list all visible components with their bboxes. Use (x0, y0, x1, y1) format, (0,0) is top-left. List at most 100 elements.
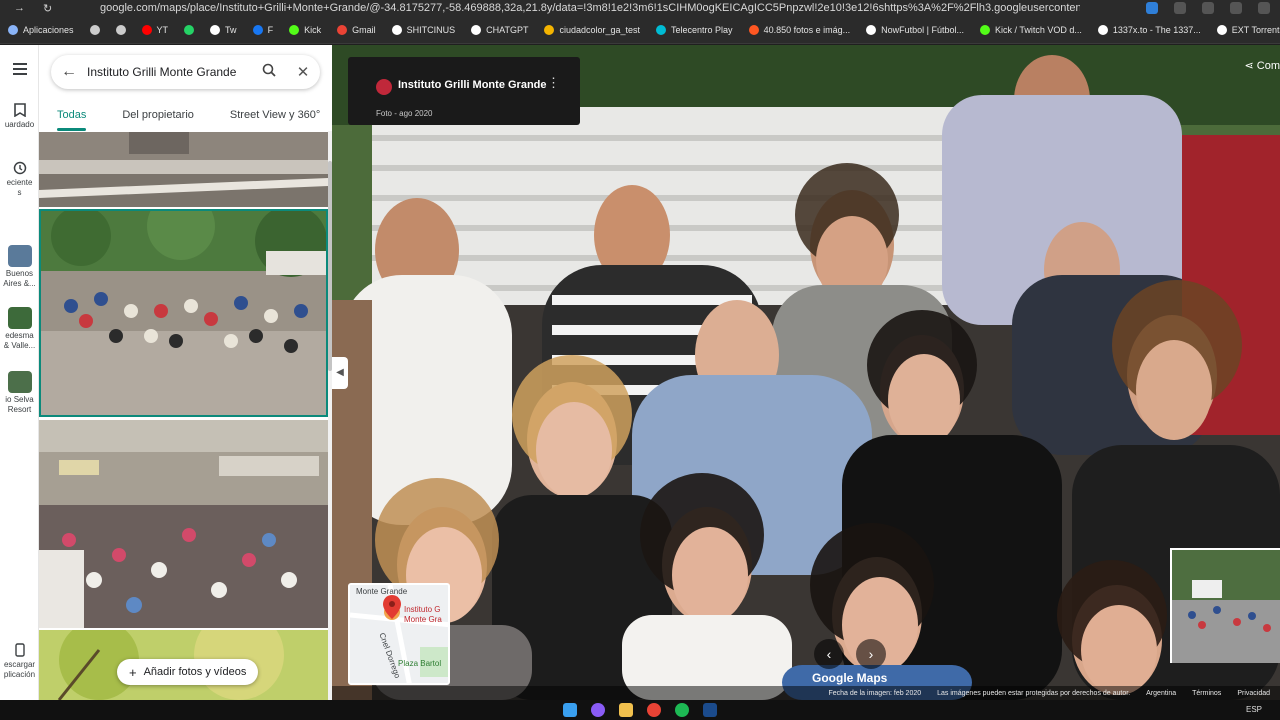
bookmark-item[interactable]: Telecentro Play (648, 24, 741, 35)
rail-recent[interactable]: eciente s (0, 161, 39, 198)
bookmark-item[interactable]: Gmail (329, 24, 384, 35)
extension-icon[interactable] (1202, 2, 1214, 14)
bookmark-item[interactable]: NowFutbol | Fútbol... (858, 24, 972, 35)
rail-recent-label: eciente (6, 178, 33, 187)
minimap-place-label-2: Monte Gra (404, 615, 442, 624)
prev-photo-button[interactable]: ‹ (814, 639, 844, 669)
rail-saved[interactable]: uardado (0, 103, 39, 130)
phone-icon (14, 643, 25, 657)
address-bar[interactable]: google.com/maps/place/Instituto+Grilli+M… (80, 2, 1080, 14)
profile-icon[interactable] (1258, 2, 1270, 14)
forward-icon[interactable]: → (14, 2, 25, 15)
rail-recent-label-2: s (17, 188, 22, 197)
search-box: ← Instituto Grilli Monte Grande ✕ (51, 55, 320, 89)
mini-map[interactable]: Monte Grande Instituto G Monte Gra Cnel … (348, 583, 450, 685)
photo-thumbnail[interactable] (39, 420, 328, 628)
bookmark-item[interactable]: F (245, 24, 282, 35)
rail-download-app[interactable]: escargar plicación (0, 643, 39, 680)
chrome-icon[interactable] (647, 703, 661, 717)
bookmark-item[interactable]: Tw (202, 24, 245, 35)
bookmark-favicon-icon (1216, 24, 1227, 35)
bookmark-item[interactable] (108, 24, 134, 35)
bookmark-item[interactable]: ciudadcolor_ga_test (536, 24, 648, 35)
photo-thumbnail-selected[interactable] (39, 209, 328, 417)
photo-thumbnail[interactable] (39, 132, 328, 207)
group-photo (332, 45, 1280, 700)
rail-recent-place-3[interactable]: io Selva Resort (0, 371, 39, 415)
share-button[interactable]: ⋖ Com (1244, 59, 1280, 72)
search-icon[interactable] (252, 63, 286, 81)
search-input[interactable]: Instituto Grilli Monte Grande (87, 65, 252, 79)
browser-extensions (1080, 2, 1280, 14)
rail-recent-place-1[interactable]: Buenos Aires &... (0, 245, 39, 289)
country-label[interactable]: Argentina (1146, 690, 1176, 697)
collapse-panel-button[interactable]: ◀ (332, 357, 348, 389)
spotify-icon[interactable] (675, 703, 689, 717)
folder-icon[interactable] (619, 703, 633, 717)
rail-recent-place-2[interactable]: edesma & Valle... (0, 307, 39, 351)
bookmark-label: Gmail (352, 24, 376, 35)
menu-icon[interactable] (0, 63, 39, 78)
tab-street-view[interactable]: Street View y 360° (230, 101, 320, 131)
more-vert-icon[interactable]: ⋮ (547, 75, 560, 91)
bookmark-favicon-icon (210, 24, 221, 35)
bookmark-item[interactable]: SHITCINUS (384, 24, 464, 35)
bookmark-item[interactable] (82, 24, 108, 35)
photos-panel: ← Instituto Grilli Monte Grande ✕ Todas … (39, 45, 332, 700)
rail-download-label: escargar (3, 660, 36, 669)
steam-icon[interactable] (703, 703, 717, 717)
tab-owner[interactable]: Del propietario (122, 101, 194, 131)
bookmark-favicon-icon (748, 24, 759, 35)
add-photos-button[interactable]: + Añadir fotos y vídeos (117, 659, 259, 685)
imagery-footer: Fecha de la imagen: feb 2020 Las imágene… (332, 686, 1280, 700)
reload-icon[interactable]: ↻ (43, 2, 52, 15)
extension-icon[interactable] (1230, 2, 1242, 14)
bookmark-label: 1337x.to - The 1337... (1112, 24, 1201, 35)
bookmark-label: ciudadcolor_ga_test (559, 24, 641, 35)
language-indicator[interactable]: ESP (1246, 705, 1262, 714)
extension-icon[interactable] (1146, 2, 1158, 14)
bookmark-item[interactable]: YT (134, 24, 177, 35)
minimap-plaza-label: Plaza Bartol (398, 659, 442, 668)
bookmark-item[interactable] (176, 24, 202, 35)
bookmark-label: Telecentro Play (671, 24, 733, 35)
rail-saved-label: uardado (4, 120, 35, 129)
bookmark-favicon-icon (544, 24, 555, 35)
minimap-place-label: Instituto G (404, 605, 441, 614)
windows-start-icon[interactable] (563, 703, 577, 717)
bookmark-item[interactable]: 40.850 fotos e imág... (741, 24, 859, 35)
bookmark-favicon-icon (1097, 24, 1108, 35)
bookmark-label: CHATGPT (486, 24, 529, 35)
os-taskbar: ESP (0, 700, 1280, 720)
bookmark-label: YT (156, 24, 169, 35)
terms-link[interactable]: Términos (1192, 690, 1221, 697)
google-maps-brand: Google Maps (812, 671, 888, 685)
street-view-preview[interactable] (1170, 548, 1280, 663)
bookmarks-bar: Aplicaciones YT Tw F Kick Gmail SHITCINUS CHATG… (0, 16, 1280, 44)
app-icon[interactable] (591, 703, 605, 717)
bookmark-label: Tw (225, 24, 237, 35)
bookmark-item[interactable]: Kick / Twitch VOD d... (972, 24, 1090, 35)
bookmark-item[interactable]: EXT Torrents Peliculas (1209, 24, 1280, 35)
bookmark-item[interactable]: 1337x.to - The 1337... (1090, 24, 1209, 35)
left-rail: uardado eciente s Buenos Aires &... edes… (0, 45, 39, 700)
bookmark-item[interactable]: Aplicaciones (0, 24, 82, 35)
next-photo-button[interactable]: › (856, 639, 886, 669)
bookmark-favicon-icon (289, 24, 300, 35)
privacy-link[interactable]: Privacidad (1237, 690, 1270, 697)
place-title[interactable]: Instituto Grilli Monte Grande (398, 79, 547, 91)
back-arrow-icon[interactable]: ← (51, 63, 87, 81)
star-icon[interactable] (1174, 2, 1186, 14)
bookmark-item[interactable]: CHATGPT (463, 24, 536, 35)
bookmark-item[interactable]: Kick (281, 24, 329, 35)
close-icon[interactable]: ✕ (286, 63, 320, 81)
browser-toolbar: → ↻ google.com/maps/place/Instituto+Gril… (0, 0, 1280, 16)
bookmark-label: Kick / Twitch VOD d... (995, 24, 1082, 35)
rail-place-label: & Valle... (3, 341, 36, 350)
plus-icon: + (129, 664, 137, 680)
tab-todas[interactable]: Todas (57, 101, 87, 131)
photo-date: Foto - ago 2020 (376, 109, 433, 118)
bookmark-favicon-icon (141, 24, 152, 35)
bookmark-label: Aplicaciones (23, 24, 74, 35)
photo-viewer[interactable]: Instituto Grilli Monte Grande ⋮ Foto - a… (332, 45, 1280, 700)
